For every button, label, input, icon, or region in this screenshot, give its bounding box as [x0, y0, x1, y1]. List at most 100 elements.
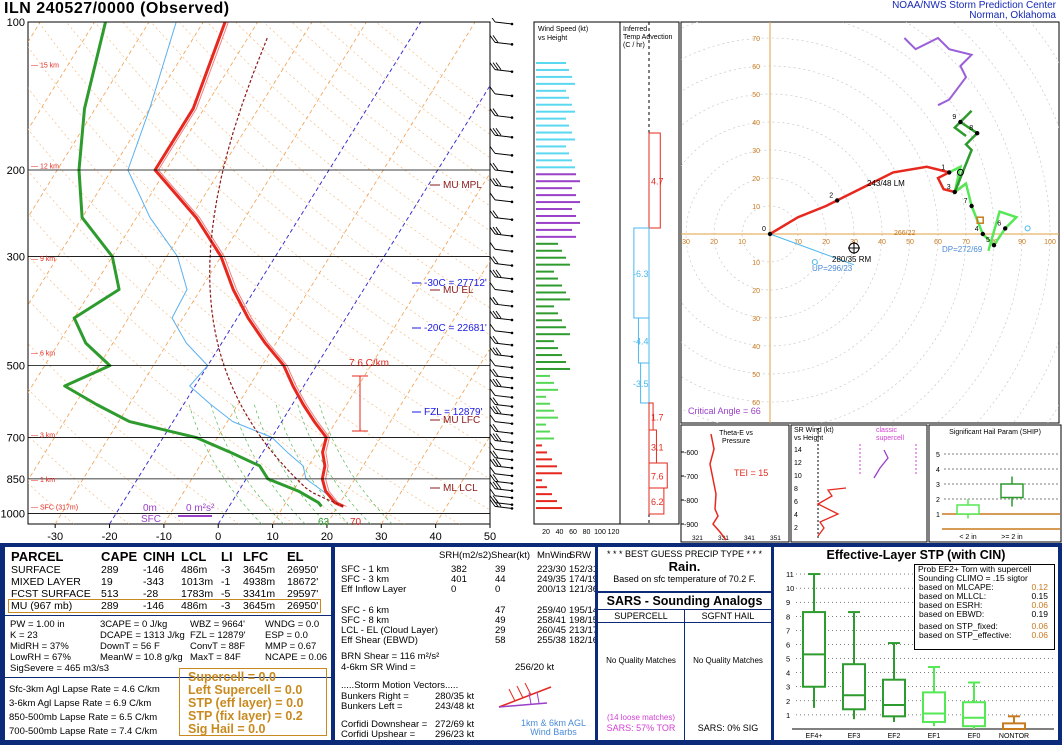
- sars-hail-header: SGFNT HAIL: [701, 611, 755, 621]
- table-row-selected[interactable]: MU (967 mb) 289 -146 486m -3 3645m 26950…: [7, 599, 322, 613]
- hodograph-axis-label: 20: [710, 239, 718, 246]
- wind-speed-ticks: 20 40 60 80 100 120: [542, 529, 619, 536]
- wind-speed-bar: [536, 89, 566, 92]
- ship-y-label: 1: [936, 512, 940, 519]
- index: DCAPE = 1313 J/kg: [100, 630, 185, 641]
- wind-tick-label: 120: [608, 529, 620, 536]
- wind-barb: [494, 199, 513, 203]
- srwind-y-label: 2: [794, 525, 798, 532]
- wind-barb-dot: [510, 200, 514, 204]
- wind-speed-bar: [536, 298, 570, 301]
- wind-barb-dot: [510, 450, 514, 453]
- cell: MIXED LAYER: [11, 576, 81, 588]
- li-header: LI: [221, 549, 233, 564]
- wind-barb: [494, 248, 513, 252]
- wind-speed-panel: Wind Speed (kt) vs Height 20 40 60 80 100 120: [533, 21, 621, 536]
- wind-speed-bar: [536, 361, 566, 364]
- stp-box: [842, 663, 866, 711]
- wind-speed-bar: [536, 138, 575, 141]
- cell: -3: [221, 564, 231, 576]
- wind-barb-dot: [510, 466, 514, 470]
- wind-barb: [494, 394, 513, 398]
- wind-barb: [494, 93, 513, 97]
- pressure-label: 100: [7, 18, 25, 29]
- wind-speed-bar: [536, 319, 562, 322]
- wind-barb-dot: [510, 70, 514, 73]
- index: PW = 1.00 in: [10, 619, 65, 630]
- precip-value: Rain.: [668, 559, 701, 574]
- ship-y-label: 2: [936, 497, 940, 504]
- theta-title-2: Pressure: [722, 438, 750, 445]
- storm-motion-label: 266/22: [894, 230, 916, 237]
- cinh-header: CINH: [143, 549, 175, 564]
- parcel-header-row: PARCEL CAPE CINH LCL LI LFC EL: [9, 549, 320, 564]
- barbs-legend: 1km & 6km AGL Wind Barbs: [521, 719, 586, 737]
- wind-speed-bar: [536, 458, 552, 461]
- wind-barb-dot: [510, 355, 514, 358]
- stp-legend-value: 0.19: [1031, 609, 1048, 619]
- theta-x-label: 351: [770, 535, 781, 542]
- kinematics-box: SRH(m2/s2) Shear(kt) MnWind SRW SFC - 1 …: [334, 546, 596, 741]
- hodograph-panel: 1020301020304050607080901001010202030304…: [680, 21, 1060, 424]
- parcel-header: PARCEL: [11, 549, 64, 564]
- wind-speed-bar: [536, 242, 558, 245]
- kinematics-cell: 200/13: [537, 584, 567, 595]
- table-row[interactable]: FCST SURFACE 513 -28 1783m -5 3341m 2959…: [9, 588, 320, 600]
- hodograph-km-label: 2: [829, 192, 833, 199]
- wind-speed-bar: [536, 228, 572, 231]
- wind-barb-dot: [510, 366, 514, 369]
- advection-value: 1.7: [651, 413, 664, 423]
- fzl-label: FZL = 12879': [424, 407, 483, 418]
- wind-barb: [494, 152, 513, 156]
- wind-barb: [494, 115, 513, 119]
- table-row[interactable]: MIXED LAYER 19 -343 1013m -1 4938m 18672…: [9, 576, 320, 588]
- hodograph-km-dot: [958, 119, 963, 125]
- stp-y-label: 4: [786, 669, 790, 678]
- barbs-legend-line2: Wind Barbs: [530, 727, 577, 737]
- wind-barb-flag: [489, 442, 496, 450]
- wind-barb: [494, 217, 513, 221]
- wind-barb-dot: [510, 489, 514, 493]
- height-label: — 6 km: [31, 350, 55, 357]
- wind-barb: [494, 169, 513, 173]
- index: MaxT = 84F: [190, 652, 241, 663]
- table-row[interactable]: SURFACE 289 -146 486m -3 3645m 26950': [9, 564, 320, 576]
- wind-speed-title-2: vs Height: [538, 35, 567, 42]
- hodograph-axis-label: 90: [1018, 239, 1026, 246]
- cell: 3645m: [243, 600, 276, 612]
- wind-speed-bar: [536, 409, 554, 412]
- advection-value: 3.1: [651, 443, 664, 453]
- up-label: UP=296/23: [812, 264, 853, 273]
- wind-barb-flag: [489, 488, 496, 497]
- stp-y-label: 3: [786, 683, 790, 692]
- wind-barb-flag: [489, 282, 496, 290]
- corfidi-up-label: Corfidi Upshear =: [341, 729, 416, 740]
- wind-speed-bar: [536, 124, 569, 127]
- wind-speed-bar: [536, 305, 554, 308]
- srwind-y-label: 6: [794, 499, 798, 506]
- wind-speed-bar: [536, 437, 554, 440]
- wind-barb: [494, 330, 513, 334]
- kinematics-cell: 255/38: [537, 635, 567, 646]
- lapse-rate: 3-6km Agl Lapse Rate = 6.9 C/km: [9, 698, 152, 709]
- wind-barb-dot: [510, 503, 514, 506]
- sr-wind-label: 4-6km SR Wind =: [341, 662, 416, 673]
- wind-barb: [494, 276, 513, 280]
- wind-speed-bar: [536, 96, 569, 99]
- wind-speed-bar: [536, 416, 558, 419]
- lcl-header: LCL: [181, 549, 207, 564]
- cell: 1783m: [181, 588, 214, 600]
- lm-label: 243/48 LM: [867, 179, 905, 188]
- wind-barb: [494, 317, 513, 321]
- height-label: — 15 km: [31, 62, 59, 69]
- wind-barb-dot: [510, 431, 514, 435]
- index: SigSevere = 465 m3/s3: [10, 663, 110, 674]
- parcel-box: PARCEL CAPE CINH LCL LI LFC EL SURFACE 2…: [4, 546, 332, 741]
- srwind-y-label: 4: [794, 512, 798, 519]
- wind-barb: [494, 184, 513, 188]
- wind-speed-bar: [536, 381, 554, 384]
- kinematics-cell: 121/36: [569, 584, 596, 595]
- kinematics-cell: 58: [495, 635, 506, 646]
- wind-barb: [494, 465, 513, 469]
- cell: 486m: [181, 564, 208, 576]
